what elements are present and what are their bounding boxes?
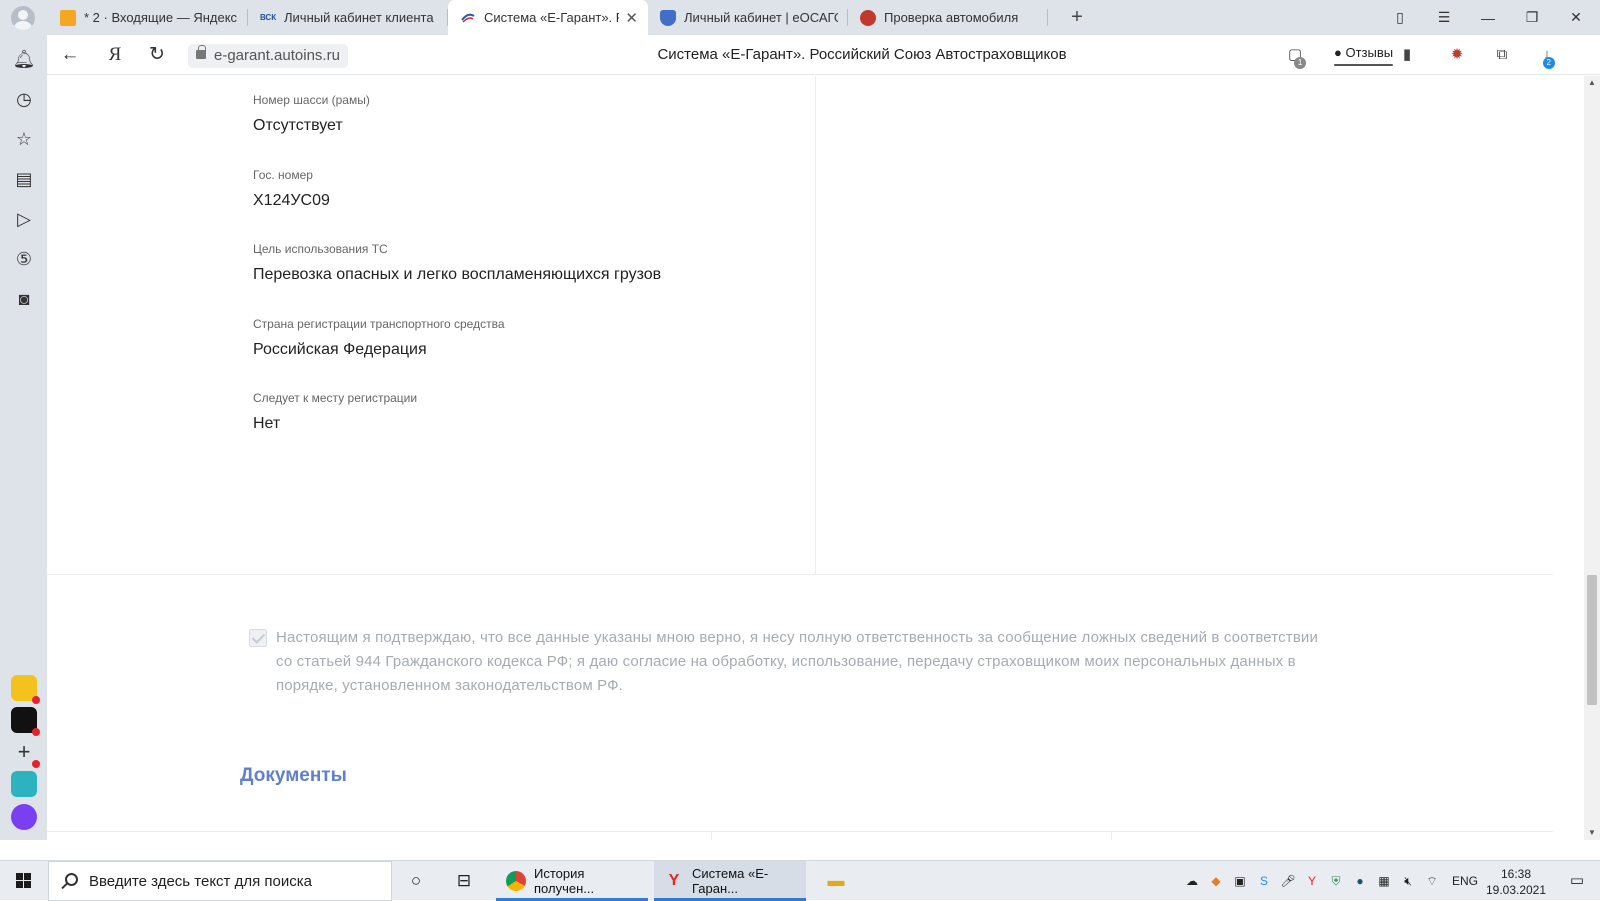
reviews-button[interactable]: ● Отзывы [1334, 43, 1394, 66]
field-registration-country: Страна регистрации транспортного средств… [253, 317, 505, 358]
taskbar-clock[interactable]: 16:38 19.03.2021 [1484, 866, 1548, 898]
skype-icon[interactable]: S [1256, 873, 1272, 889]
notifications-icon[interactable]: ▭ [1566, 873, 1588, 889]
network-tray-icon[interactable]: ▦ [1376, 873, 1392, 889]
close-tab-icon[interactable]: ✕ [625, 9, 638, 27]
close-window-icon[interactable]: ✕ [1554, 0, 1598, 35]
windows-start-icon[interactable] [16, 873, 32, 889]
section-divider [47, 574, 1553, 575]
tab-vsk[interactable]: ВСК Личный кабинет клиента [248, 0, 448, 35]
bookmark-icon[interactable]: ▮ [1395, 43, 1419, 67]
minimize-icon[interactable]: — [1466, 0, 1510, 35]
shield-tray-icon[interactable]: ● [1352, 873, 1368, 889]
lock-icon [196, 45, 206, 59]
taskbar-search-input[interactable]: Введите здесь текст для поиска [48, 861, 392, 901]
windows-taskbar: Введите здесь текст для поиска ○ ⊟ Истор… [0, 860, 1600, 901]
documents-table-top [47, 831, 1553, 840]
url-field[interactable]: e-garant.autoins.ru [188, 44, 348, 68]
tray-app-icon[interactable]: ◆ [1208, 873, 1224, 889]
add-app-icon[interactable]: + [11, 739, 40, 768]
file-explorer-icon[interactable]: ▬ [824, 869, 848, 893]
taskbar-app-chrome[interactable]: История получен... [496, 861, 648, 901]
vsk-icon: ВСК [259, 13, 277, 22]
yandex-button[interactable]: Я [102, 43, 128, 67]
language-indicator[interactable]: ENG [1452, 873, 1478, 889]
bookmarks-star-icon[interactable]: ☆ [12, 127, 36, 151]
send-app-icon[interactable] [11, 771, 37, 797]
notifications-bell-icon[interactable]: 🔔︎ [12, 47, 36, 71]
consent-block: Настоящим я подтверждаю, что все данные … [249, 626, 1329, 698]
new-tab-button[interactable]: + [1066, 7, 1088, 29]
search-icon [65, 873, 78, 886]
field-chassis-number: Номер шасси (рамы) Отсутствует [253, 93, 370, 134]
zen-icon[interactable]: ⑤ [12, 247, 36, 271]
protect-icon[interactable]: ▢ 1 [1283, 43, 1307, 69]
messenger-app-icon[interactable] [11, 707, 40, 736]
extensions-icon[interactable]: ⧉ [1490, 43, 1514, 67]
yandex-browser-icon: Y [668, 872, 680, 889]
volume-muted-icon[interactable]: 🔇︎ [1400, 873, 1416, 889]
tab-yandex-mail[interactable]: * 2 · Входящие — Яндекс.Почта [48, 0, 248, 35]
eosago-icon [660, 9, 676, 26]
tray-window-icon[interactable]: ▣ [1232, 873, 1248, 889]
tab-e-garant[interactable]: Система «Е-Гарант». Российский Союз Авто… [448, 0, 648, 35]
column-divider [815, 76, 816, 574]
extension-bug-icon[interactable]: ✹ [1445, 43, 1469, 67]
mail-icon [60, 9, 76, 26]
profile-avatar-icon[interactable] [11, 6, 35, 30]
consent-text: Настоящим я подтверждаю, что все данные … [276, 629, 1318, 694]
screenshot-camera-icon[interactable]: ◙ [12, 287, 36, 311]
history-clock-icon[interactable]: ◷ [12, 87, 36, 111]
microphone-icon[interactable]: 🎤︎ [1280, 873, 1296, 889]
collections-icon[interactable]: ▤ [12, 167, 36, 191]
page-scrollbar[interactable]: ▲ ▼ [1584, 76, 1600, 840]
wifi-icon[interactable]: ⌔ [1424, 873, 1440, 889]
scroll-thumb[interactable] [1587, 575, 1597, 705]
scroll-up-icon[interactable]: ▲ [1584, 76, 1600, 90]
field-follows-to-registration: Следует к месту регистрации Нет [253, 391, 418, 432]
collections-icon[interactable]: ▯ [1378, 0, 1422, 35]
rsa-icon [460, 10, 476, 26]
video-play-icon[interactable]: ▷ [12, 207, 36, 231]
reload-button[interactable]: ↻ [144, 43, 170, 67]
consent-checkbox[interactable] [249, 629, 267, 647]
page-content: Номер шасси (рамы) Отсутствует Гос. номе… [47, 76, 1600, 840]
yandex-tray-icon[interactable]: Y [1304, 873, 1320, 889]
onedrive-icon[interactable]: ☁ [1184, 873, 1200, 889]
scroll-down-icon[interactable]: ▼ [1584, 826, 1600, 840]
taskbar-app-yandex-browser[interactable]: Y Система «Е-Гаран... [654, 861, 806, 901]
tab-vehicle-check[interactable]: Проверка автомобиля [848, 0, 1048, 35]
cortana-icon[interactable]: ○ [404, 869, 428, 893]
restore-icon[interactable]: ❐ [1510, 0, 1554, 35]
task-view-icon[interactable]: ⊟ [452, 869, 476, 893]
downloads-icon[interactable]: ↓ 2 [1535, 43, 1559, 69]
back-button[interactable]: ← [57, 43, 83, 67]
tab-bar: * 2 · Входящие — Яндекс.Почта ВСК Личный… [0, 0, 1600, 35]
speech-bubble-icon: ● [1334, 45, 1342, 60]
field-plate-number: Гос. номер Х124УС09 [253, 168, 330, 209]
menu-icon[interactable]: ☰ [1422, 0, 1466, 35]
documents-heading: Документы [240, 765, 347, 786]
tab-eosago[interactable]: Личный кабинет | еОСАГО [648, 0, 848, 35]
chrome-icon [506, 871, 526, 891]
security-tray-icon[interactable]: ⛨ [1328, 873, 1344, 889]
field-usage-purpose: Цель использования ТС Перевозка опасных … [253, 242, 662, 283]
browser-sidebar: 🔔︎ ◷ ☆ ▤ ▷ ⑤ ◙ + [0, 35, 47, 840]
alice-icon[interactable] [11, 804, 37, 830]
yandex-mail-app-icon[interactable] [11, 675, 40, 704]
address-bar: ← Я ↻ e-garant.autoins.ru Система «Е-Гар… [47, 35, 1600, 75]
police-icon [860, 9, 876, 26]
page-title: Система «Е-Гарант». Российский Союз Авто… [657, 46, 1067, 63]
